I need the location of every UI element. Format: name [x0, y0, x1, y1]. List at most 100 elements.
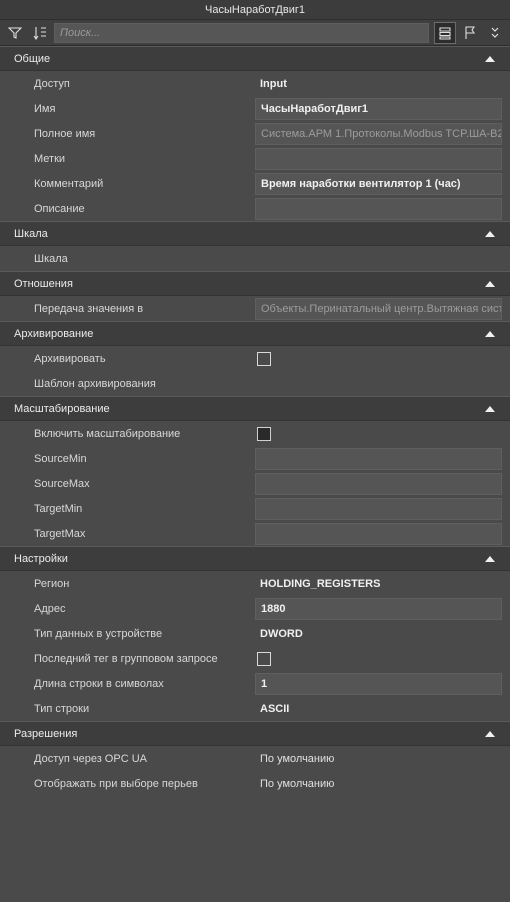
- chevron-up-icon[interactable]: [484, 228, 496, 240]
- description-field[interactable]: [255, 198, 502, 220]
- property-row-datatype: Тип данных в устройстве DWORD: [0, 621, 510, 646]
- chevron-up-icon[interactable]: [484, 403, 496, 415]
- property-label: Шкала: [34, 252, 68, 265]
- property-row-target-min: TargetMin: [0, 496, 510, 521]
- property-row-description: Описание: [0, 196, 510, 221]
- property-row-target-max: TargetMax: [0, 521, 510, 546]
- search-input[interactable]: Поиск...: [54, 22, 429, 43]
- section-title: Общие: [14, 52, 51, 65]
- property-label: Включить масштабирование: [34, 427, 181, 440]
- section-scaling-header[interactable]: Масштабирование: [0, 396, 510, 421]
- section-relations-header[interactable]: Отношения: [0, 271, 510, 296]
- section-scale-header[interactable]: Шкала: [0, 221, 510, 246]
- property-label: Передача значения в: [34, 302, 144, 315]
- section-settings-header[interactable]: Настройки: [0, 546, 510, 571]
- list-view-icon[interactable]: [434, 21, 456, 44]
- chevron-up-icon[interactable]: [484, 328, 496, 340]
- property-label: SourceMax: [34, 477, 90, 490]
- property-label: TargetMax: [34, 527, 86, 540]
- string-length-field[interactable]: 1: [255, 673, 502, 695]
- property-row-opc-ua: Доступ через OPC UA По умолчанию: [0, 746, 510, 771]
- property-row-archive: Архивировать: [0, 346, 510, 371]
- tags-field[interactable]: [255, 148, 502, 170]
- property-label: Имя: [34, 102, 56, 115]
- property-row-scale: Шкала: [0, 246, 510, 271]
- section-title: Масштабирование: [14, 402, 110, 415]
- chevron-up-icon[interactable]: [484, 728, 496, 740]
- property-row-transfer: Передача значения в Объекты.Перинатальны…: [0, 296, 510, 321]
- section-title: Настройки: [14, 552, 68, 565]
- window-title: ЧасыНаработДвиг1: [205, 4, 305, 16]
- section-title: Шкала: [14, 227, 48, 240]
- property-row-enable-scaling: Включить масштабирование: [0, 421, 510, 446]
- property-row-source-min: SourceMin: [0, 446, 510, 471]
- property-label: TargetMin: [34, 502, 83, 515]
- archive-checkbox[interactable]: [257, 352, 271, 366]
- section-permissions-header[interactable]: Разрешения: [0, 721, 510, 746]
- property-label: Тип строки: [34, 702, 90, 715]
- property-row-name: Имя ЧасыНаработДвиг1: [0, 96, 510, 121]
- property-label: Комментарий: [34, 177, 104, 190]
- property-label: Доступ: [34, 77, 70, 90]
- window-titlebar: ЧасыНаработДвиг1: [0, 0, 510, 20]
- section-archiving-header[interactable]: Архивирование: [0, 321, 510, 346]
- property-row-string-type: Тип строки ASCII: [0, 696, 510, 721]
- property-row-comment: Комментарий Время наработки вентилятор 1…: [0, 171, 510, 196]
- property-label: Отображать при выборе перьев: [34, 777, 198, 790]
- property-label: Длина строки в символах: [34, 677, 164, 690]
- property-row-pens: Отображать при выборе перьев По умолчани…: [0, 771, 510, 796]
- last-tag-value: [255, 648, 502, 670]
- fullname-field[interactable]: Система.АРМ 1.Протоколы.Modbus TCP.ША-В2…: [255, 123, 502, 145]
- property-row-last-tag: Последний тег в групповом запросе: [0, 646, 510, 671]
- property-label: Полное имя: [34, 127, 96, 140]
- archive-value: [255, 348, 502, 370]
- pens-value[interactable]: По умолчанию: [255, 773, 502, 795]
- opc-ua-value[interactable]: По умолчанию: [255, 748, 502, 770]
- property-label: Архивировать: [34, 352, 106, 365]
- property-label: Адрес: [34, 602, 66, 615]
- property-label: Последний тег в групповом запросе: [34, 652, 218, 665]
- section-general-header[interactable]: Общие: [0, 46, 510, 71]
- address-field[interactable]: 1880: [255, 598, 502, 620]
- expand-all-icon[interactable]: [484, 22, 506, 44]
- property-row-region: Регион HOLDING_REGISTERS: [0, 571, 510, 596]
- property-row-string-length: Длина строки в символах 1: [0, 671, 510, 696]
- comment-field[interactable]: Время наработки вентилятор 1 (час): [255, 173, 502, 195]
- region-value[interactable]: HOLDING_REGISTERS: [255, 573, 502, 595]
- source-min-field[interactable]: [255, 448, 502, 470]
- property-row-fullname: Полное имя Система.АРМ 1.Протоколы.Modbu…: [0, 121, 510, 146]
- property-label: Шаблон архивирования: [34, 377, 156, 390]
- property-label: Метки: [34, 152, 66, 165]
- target-min-field[interactable]: [255, 498, 502, 520]
- filter-icon[interactable]: [4, 22, 26, 44]
- enable-scaling-value: [255, 423, 502, 445]
- property-row-archive-template: Шаблон архивирования: [0, 371, 510, 396]
- access-value: Input: [260, 78, 287, 90]
- property-row-address: Адрес 1880: [0, 596, 510, 621]
- target-max-field[interactable]: [255, 523, 502, 545]
- section-title: Разрешения: [14, 727, 78, 740]
- property-label: Регион: [34, 577, 70, 590]
- chevron-up-icon[interactable]: [484, 278, 496, 290]
- transfer-field[interactable]: Объекты.Перинатальный центр.Вытяжная сис…: [255, 298, 502, 320]
- property-label: Описание: [34, 202, 85, 215]
- property-label: Тип данных в устройстве: [34, 627, 163, 640]
- toolbar: Поиск...: [0, 20, 510, 46]
- last-tag-checkbox[interactable]: [257, 652, 271, 666]
- property-row-access: Доступ Input: [0, 71, 510, 96]
- property-row-tags: Метки: [0, 146, 510, 171]
- chevron-up-icon[interactable]: [484, 553, 496, 565]
- string-type-value[interactable]: ASCII: [255, 698, 502, 720]
- enable-scaling-checkbox[interactable]: [257, 427, 271, 441]
- datatype-value[interactable]: DWORD: [255, 623, 502, 645]
- property-label: SourceMin: [34, 452, 87, 465]
- chevron-up-icon[interactable]: [484, 53, 496, 65]
- section-title: Отношения: [14, 277, 73, 290]
- section-title: Архивирование: [14, 327, 94, 340]
- flag-icon[interactable]: [459, 22, 481, 44]
- name-field[interactable]: ЧасыНаработДвиг1: [255, 98, 502, 120]
- source-max-field[interactable]: [255, 473, 502, 495]
- property-row-source-max: SourceMax: [0, 471, 510, 496]
- property-label: Доступ через OPC UA: [34, 752, 147, 765]
- sort-icon[interactable]: [29, 22, 51, 44]
